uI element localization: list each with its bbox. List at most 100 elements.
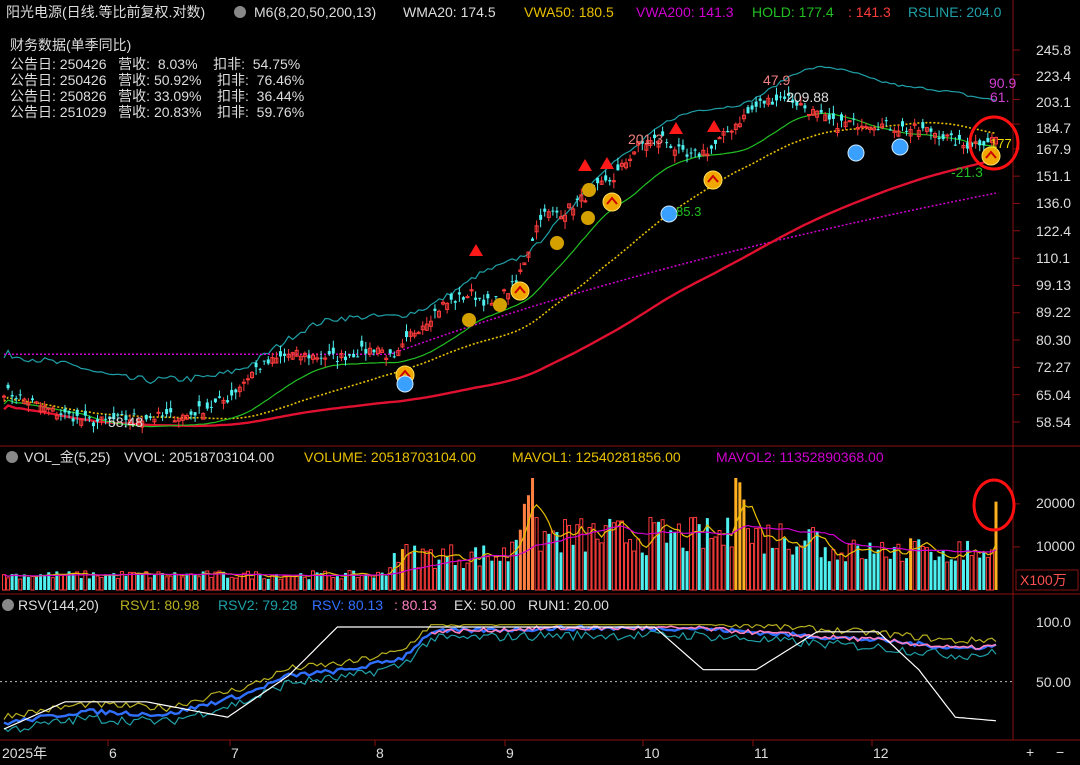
ma-params: M6(8,20,50,200,13) (254, 4, 376, 20)
candle (262, 360, 266, 362)
money-bag-icon (581, 211, 595, 225)
stock-chart: 阳光电源(日线.等比前复权.对数) M6(8,20,50,200,13) WMA… (0, 0, 1080, 765)
candle (884, 120, 888, 122)
volume-bar (795, 546, 799, 590)
candle (197, 401, 201, 407)
candle (555, 210, 559, 213)
buy-signal-icon (703, 170, 723, 190)
candle (319, 357, 323, 359)
candle (230, 389, 234, 396)
blue-ball-icon (891, 138, 909, 156)
volume-bar (384, 575, 388, 590)
volume-bar (738, 482, 742, 590)
volume-bar (665, 542, 669, 590)
candle (709, 145, 713, 149)
candle (144, 415, 148, 420)
zoom-in-button[interactable]: + (1026, 744, 1034, 760)
volume-bar (266, 578, 270, 590)
candle (669, 145, 673, 148)
volume-bar (400, 549, 404, 590)
candle (335, 360, 339, 362)
volume-bar (364, 574, 368, 590)
volume-bar (669, 530, 673, 590)
volume-bar (949, 559, 953, 590)
candle (551, 210, 555, 212)
candle (912, 123, 917, 126)
candle (945, 134, 950, 137)
candle (847, 120, 852, 123)
volume-bar (498, 560, 502, 590)
candle (608, 179, 612, 182)
volume-bar (531, 478, 535, 590)
volume-bar (518, 529, 522, 590)
price-tick: 245.8 (1036, 42, 1071, 58)
volume-bar (104, 574, 108, 590)
rsv-tick: 100.0 (1036, 614, 1071, 630)
candle (803, 105, 807, 109)
candle (364, 348, 368, 354)
candle (543, 208, 547, 212)
volume-bar (905, 558, 909, 590)
volume-bar (681, 547, 685, 590)
volume-bar (734, 478, 738, 590)
price-tick: 223.4 (1036, 68, 1071, 84)
volume-bar (815, 531, 819, 590)
price-tick: 80.30 (1036, 332, 1071, 348)
candle (404, 331, 408, 338)
candle (75, 409, 79, 416)
volume-bar (140, 574, 144, 590)
price-tick: 72.27 (1036, 359, 1071, 375)
mavol2-value: MAVOL2: 11352890368.00 (716, 449, 884, 465)
volume-bar (258, 574, 262, 590)
rsv-settings-dot-icon[interactable] (2, 599, 14, 611)
annotation-label: 47.9 (763, 72, 790, 88)
zoom-out-button[interactable]: − (1056, 744, 1064, 760)
volume-bar (640, 552, 644, 590)
volume-bar (35, 576, 39, 590)
candle (819, 110, 823, 113)
volume-bar (888, 558, 892, 590)
volume-bar (791, 554, 795, 590)
annotation-label: 201.3 (628, 131, 663, 147)
run1-value: RUN1: 20.00 (528, 597, 609, 613)
candle (486, 294, 490, 299)
volume-bar (185, 573, 189, 590)
candle (693, 149, 697, 151)
hold2-value: : 141.3 (848, 4, 891, 20)
finance-row: 公告日: 250826 营收: 33.09% 扣非: 36.44% (10, 88, 304, 104)
candle (169, 408, 173, 413)
volume-bar (136, 573, 140, 590)
candle (596, 177, 600, 184)
vol-tick: 10000 (1036, 538, 1075, 554)
candle (806, 113, 811, 116)
settings-dot-icon[interactable] (234, 6, 246, 18)
candle (982, 141, 986, 146)
candle (348, 354, 352, 356)
candle (697, 153, 701, 157)
volume-bar (445, 555, 449, 590)
volume-bar (966, 540, 970, 590)
volume-bar (726, 517, 730, 590)
candle (254, 362, 258, 368)
volume-bar (685, 551, 689, 590)
volume-bar (335, 576, 339, 590)
volume-bar (929, 551, 933, 590)
volume-bar (10, 574, 14, 590)
rsv-tick: 50.00 (1036, 674, 1071, 690)
candle (677, 144, 681, 147)
candle (205, 402, 209, 409)
volume-bar (307, 579, 311, 590)
vol-settings-dot-icon[interactable] (6, 451, 18, 463)
candle (859, 125, 864, 128)
volume-bar (937, 556, 941, 590)
candle (746, 107, 750, 114)
blue-ball-icon (660, 205, 678, 223)
candle (266, 359, 270, 364)
volume-bar (835, 559, 839, 590)
svg-text:阳光电源(日线.等比前复权.对数): 阳光电源(日线.等比前复权.对数) (6, 4, 205, 20)
volume-bar (193, 574, 197, 590)
candle (531, 238, 535, 241)
volume-bar (22, 574, 26, 590)
volume-bar (161, 573, 165, 590)
candle (770, 101, 774, 105)
